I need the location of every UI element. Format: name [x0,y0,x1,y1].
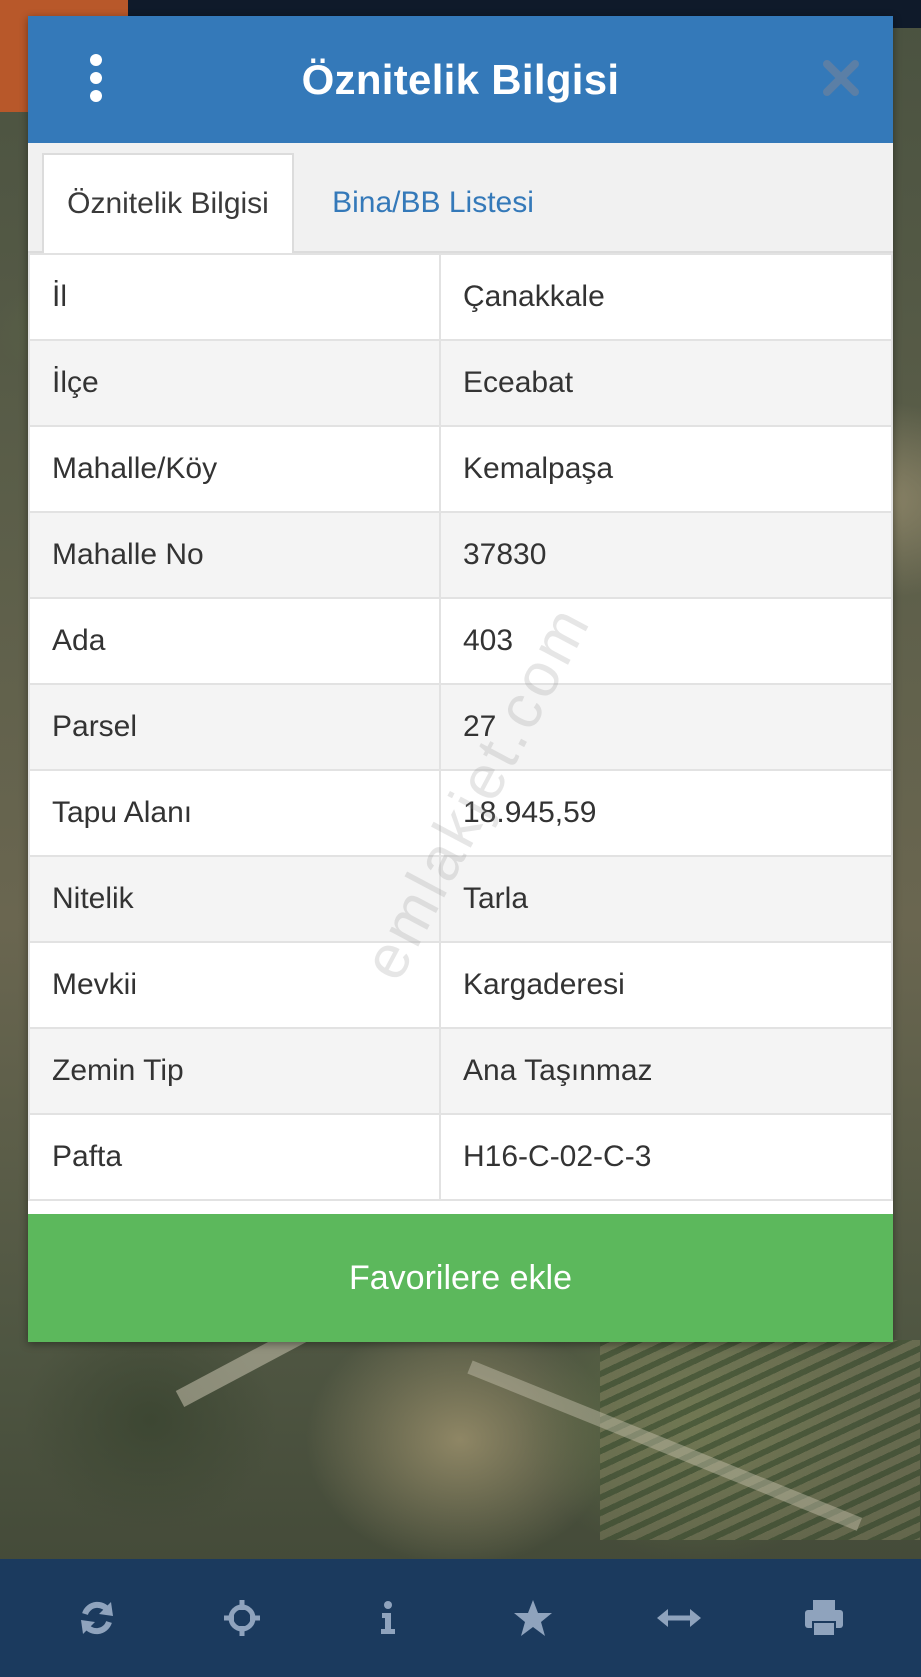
attribute-value: 18.945,59 [439,769,893,857]
print-icon[interactable] [794,1588,854,1648]
attribute-value: Eceabat [439,339,893,427]
table-row: Mahalle/Köy Kemalpaşa [28,425,893,513]
table-row: Mevkii Kargaderesi [28,941,893,1029]
tab-attribute-info[interactable]: Öznitelik Bilgisi [42,153,294,253]
table-row: Nitelik Tarla [28,855,893,943]
attribute-value: Tarla [439,855,893,943]
attribute-key: İlçe [28,339,441,427]
attribute-key: Mahalle No [28,511,441,599]
attribute-value: Çanakkale [439,253,893,341]
attribute-value: 403 [439,597,893,685]
attribute-key: Zemin Tip [28,1027,441,1115]
close-icon[interactable] [819,56,863,100]
tab-bar: Öznitelik Bilgisi Bina/BB Listesi [28,143,893,253]
attribute-value: 27 [439,683,893,771]
attribute-value: Ana Taşınmaz [439,1027,893,1115]
attribute-value: Kemalpaşa [439,425,893,513]
table-row: Parsel 27 [28,683,893,771]
table-row: İlçe Eceabat [28,339,893,427]
table-row: Zemin Tip Ana Taşınmaz [28,1027,893,1115]
attribute-value: H16-C-02-C-3 [439,1113,893,1201]
attribute-value: 37830 [439,511,893,599]
attribute-key: Mahalle/Köy [28,425,441,513]
crosshair-icon[interactable] [212,1588,272,1648]
add-to-favorites-button[interactable]: Favorilere ekle [28,1214,893,1342]
attribute-table: İl Çanakkale İlçe Eceabat Mahalle/Köy Kemalpa… [28,253,893,1201]
bottom-toolbar [0,1559,921,1677]
attribute-info-dialog: Öznitelik Bilgisi Öznitelik Bilgisi Bina… [28,16,893,1342]
attribute-key: Mevkii [28,941,441,1029]
table-row: Tapu Alanı 18.945,59 [28,769,893,857]
more-menu-icon[interactable] [84,54,108,102]
attribute-value: Kargaderesi [439,941,893,1029]
table-row: Ada 403 [28,597,893,685]
dialog-header: Öznitelik Bilgisi [28,16,893,143]
attribute-key: İl [28,253,441,341]
attribute-key: Parsel [28,683,441,771]
table-row: Pafta H16-C-02-C-3 [28,1113,893,1201]
attribute-key: Ada [28,597,441,685]
map-screen: Öznitelik Bilgisi Öznitelik Bilgisi Bina… [0,0,921,1677]
refresh-icon[interactable] [67,1588,127,1648]
arrows-horizontal-icon[interactable] [649,1588,709,1648]
tab-building-list[interactable]: Bina/BB Listesi [318,153,548,253]
attribute-key: Tapu Alanı [28,769,441,857]
attribute-key: Nitelik [28,855,441,943]
info-icon[interactable] [358,1588,418,1648]
table-row: Mahalle No 37830 [28,511,893,599]
dialog-title: Öznitelik Bilgisi [301,55,620,103]
attribute-key: Pafta [28,1113,441,1201]
table-row: İl Çanakkale [28,253,893,341]
star-icon[interactable] [503,1588,563,1648]
